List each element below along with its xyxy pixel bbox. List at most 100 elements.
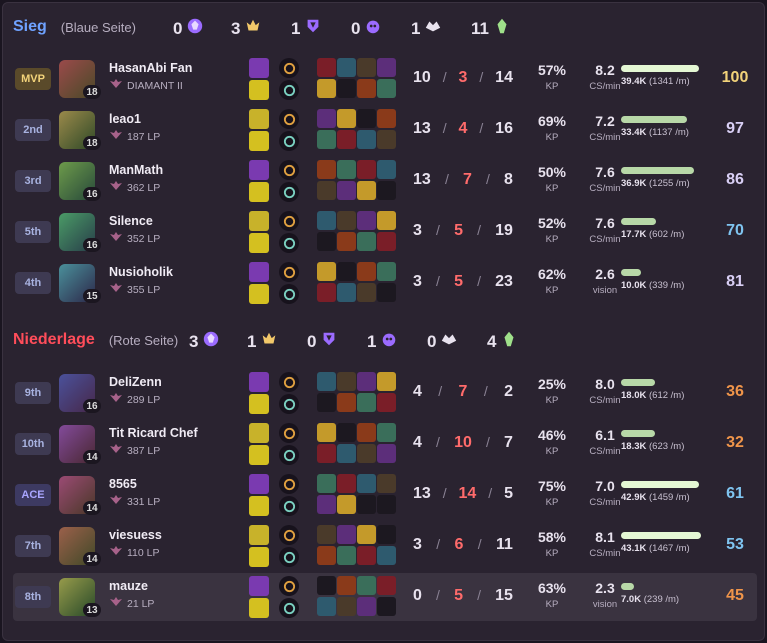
item-slot-icon[interactable] [317,211,336,230]
item-slot-icon[interactable] [337,372,356,391]
item-slot-icon[interactable] [357,525,376,544]
item-slot-icon[interactable] [337,576,356,595]
item-slot-icon[interactable] [317,160,336,179]
item-slot-icon[interactable] [317,393,336,412]
item-slot-icon[interactable] [337,109,356,128]
item-slot-icon[interactable] [357,546,376,565]
player-name[interactable]: viesuess [109,528,162,542]
item-slot-icon[interactable] [337,58,356,77]
item-slot-icon[interactable] [377,181,396,200]
item-slot-icon[interactable] [377,262,396,281]
player-row[interactable]: 3rd 16 ManMath 362 LP 13/7/8 50% KP 7.6 CS/min 36… [13,157,757,205]
item-slot-icon[interactable] [317,232,336,251]
player-name[interactable]: 8565 [109,477,137,491]
item-slot-icon[interactable] [337,597,356,616]
player-row[interactable]: 5th 16 Silence 352 LP 3/5/19 52% KP 7.6 CS/min 17… [13,208,757,256]
item-slot-icon[interactable] [337,525,356,544]
item-slot-icon[interactable] [357,232,376,251]
item-slot-icon[interactable] [337,232,356,251]
summoner-spell-1-icon[interactable] [249,423,269,443]
player-row[interactable]: 2nd 18 leao1 187 LP 13/4/16 69% KP 7.2 CS/min 33.… [13,106,757,154]
item-slot-icon[interactable] [337,444,356,463]
player-name[interactable]: mauze [109,579,148,593]
item-slot-icon[interactable] [377,423,396,442]
item-slot-icon[interactable] [337,546,356,565]
summoner-spell-1-icon[interactable] [249,211,269,231]
player-row[interactable]: 10th 14 Tit Ricard Chef 387 LP 4/10/7 46% KP 6.… [13,420,757,468]
item-slot-icon[interactable] [377,525,396,544]
item-slot-icon[interactable] [377,597,396,616]
item-slot-icon[interactable] [377,474,396,493]
item-slot-icon[interactable] [357,372,376,391]
item-slot-icon[interactable] [377,58,396,77]
summoner-spell-2-icon[interactable] [249,131,269,151]
item-slot-icon[interactable] [317,283,336,302]
item-slot-icon[interactable] [337,160,356,179]
item-slot-icon[interactable] [377,211,396,230]
item-slot-icon[interactable] [317,79,336,98]
item-slot-icon[interactable] [357,283,376,302]
player-name[interactable]: Tit Ricard Chef [109,426,198,440]
item-slot-icon[interactable] [317,525,336,544]
item-slot-icon[interactable] [357,160,376,179]
item-slot-icon[interactable] [337,495,356,514]
item-slot-icon[interactable] [317,597,336,616]
item-slot-icon[interactable] [317,58,336,77]
item-slot-icon[interactable] [317,546,336,565]
item-slot-icon[interactable] [377,372,396,391]
item-slot-icon[interactable] [357,393,376,412]
summoner-spell-1-icon[interactable] [249,576,269,596]
summoner-spell-2-icon[interactable] [249,80,269,100]
item-slot-icon[interactable] [317,444,336,463]
player-name[interactable]: HasanAbi Fan [109,61,192,75]
item-slot-icon[interactable] [377,109,396,128]
item-slot-icon[interactable] [377,546,396,565]
item-slot-icon[interactable] [317,474,336,493]
player-name[interactable]: leao1 [109,112,141,126]
item-slot-icon[interactable] [377,232,396,251]
item-slot-icon[interactable] [317,576,336,595]
player-name[interactable]: ManMath [109,163,163,177]
item-slot-icon[interactable] [357,181,376,200]
summoner-spell-1-icon[interactable] [249,160,269,180]
summoner-spell-2-icon[interactable] [249,233,269,253]
summoner-spell-2-icon[interactable] [249,598,269,618]
item-slot-icon[interactable] [317,181,336,200]
player-row[interactable]: 9th 16 DeliZenn 289 LP 4/7/2 25% KP 8.0 CS/min 18… [13,369,757,417]
item-slot-icon[interactable] [377,444,396,463]
item-slot-icon[interactable] [357,576,376,595]
player-row[interactable]: 7th 14 viesuess 110 LP 3/6/11 58% KP 8.1 CS/min 4… [13,522,757,570]
item-slot-icon[interactable] [357,444,376,463]
item-slot-icon[interactable] [377,576,396,595]
item-slot-icon[interactable] [317,109,336,128]
item-slot-icon[interactable] [357,495,376,514]
player-name[interactable]: DeliZenn [109,375,162,389]
summoner-spell-1-icon[interactable] [249,372,269,392]
player-name[interactable]: Silence [109,214,153,228]
item-slot-icon[interactable] [337,262,356,281]
item-slot-icon[interactable] [337,130,356,149]
item-slot-icon[interactable] [317,262,336,281]
player-name[interactable]: Nusioholik [109,265,173,279]
item-slot-icon[interactable] [357,109,376,128]
item-slot-icon[interactable] [317,130,336,149]
player-row[interactable]: 4th 15 Nusioholik 355 LP 3/5/23 62% KP 2.6 visio… [13,259,757,307]
item-slot-icon[interactable] [377,393,396,412]
item-slot-icon[interactable] [337,423,356,442]
item-slot-icon[interactable] [337,474,356,493]
item-slot-icon[interactable] [317,372,336,391]
player-row[interactable]: MVP 18 HasanAbi Fan DIAMANT II 10/3/14 57% KP 8… [13,55,757,103]
item-slot-icon[interactable] [317,495,336,514]
item-slot-icon[interactable] [337,283,356,302]
summoner-spell-1-icon[interactable] [249,262,269,282]
item-slot-icon[interactable] [357,79,376,98]
summoner-spell-1-icon[interactable] [249,58,269,78]
item-slot-icon[interactable] [337,211,356,230]
item-slot-icon[interactable] [377,495,396,514]
item-slot-icon[interactable] [337,79,356,98]
item-slot-icon[interactable] [377,130,396,149]
summoner-spell-1-icon[interactable] [249,109,269,129]
item-slot-icon[interactable] [377,79,396,98]
summoner-spell-1-icon[interactable] [249,474,269,494]
item-slot-icon[interactable] [377,160,396,179]
